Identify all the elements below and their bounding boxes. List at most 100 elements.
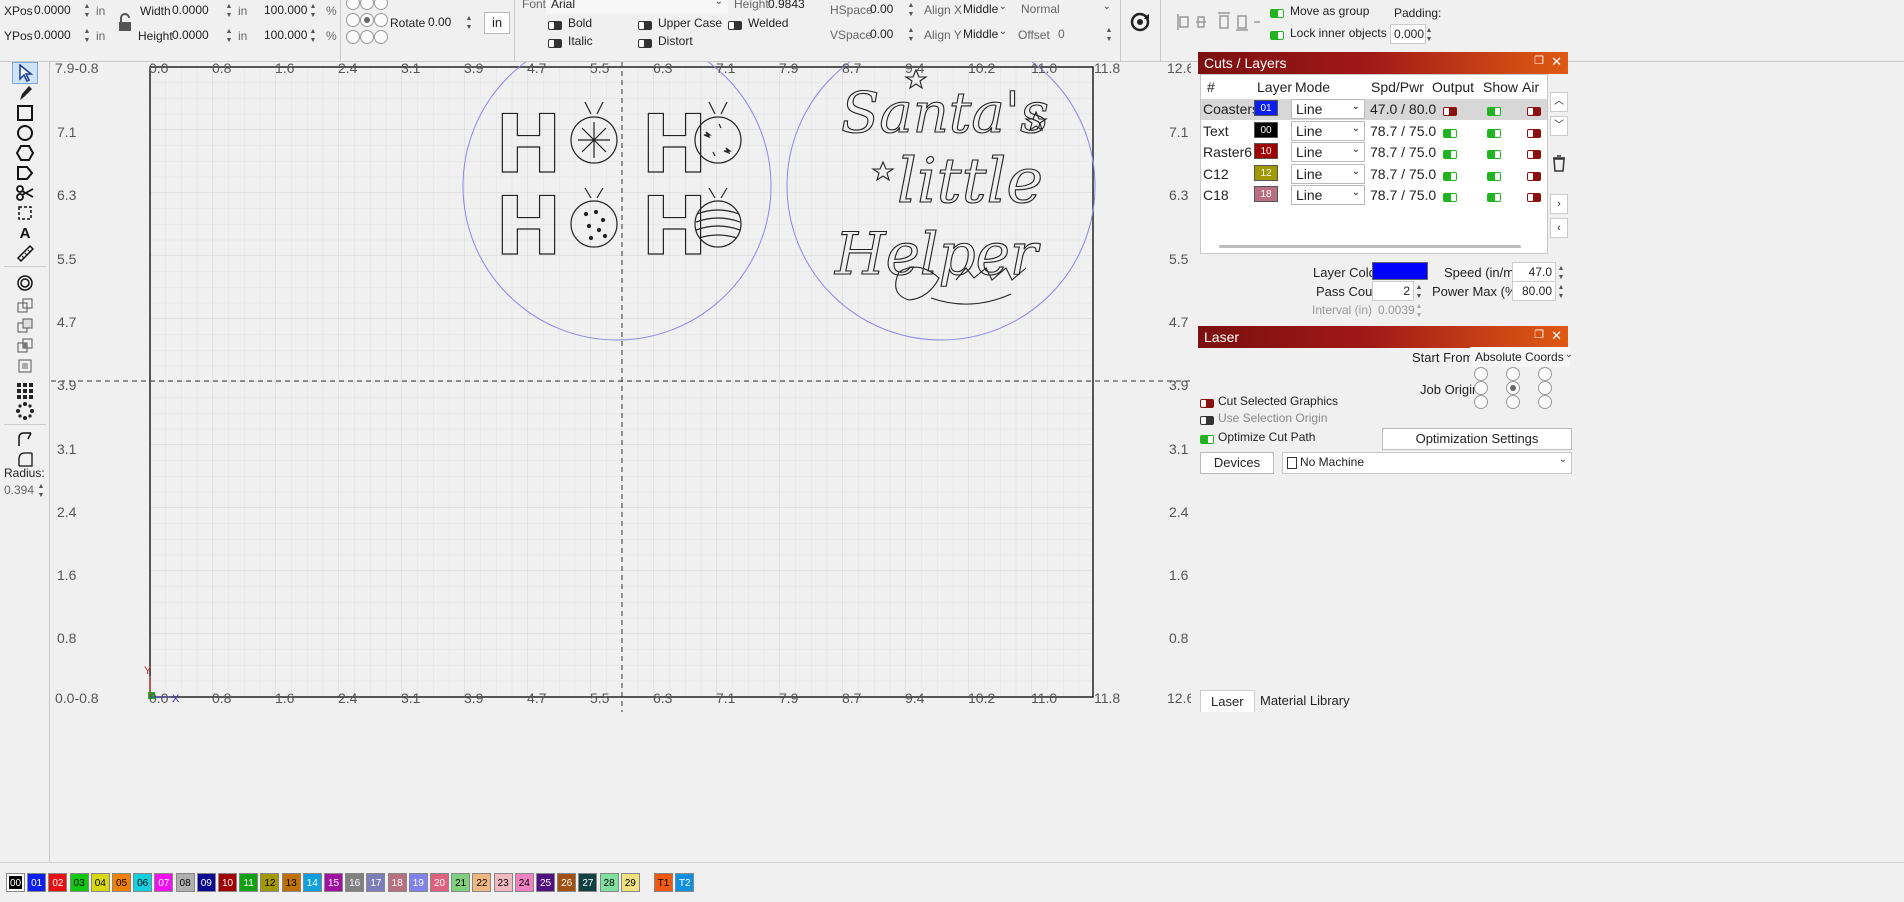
delete-layer-icon[interactable] — [1551, 154, 1567, 172]
collapse-left-icon[interactable]: ‹ — [1550, 218, 1568, 238]
palette-swatch[interactable]: 21 — [451, 873, 471, 892]
offset-spinner[interactable]: ▲ ▼ — [1104, 26, 1114, 46]
expand-right-icon[interactable]: › — [1550, 194, 1568, 214]
boolean-union-icon[interactable] — [12, 295, 38, 317]
layer-swatch[interactable]: 10 — [1254, 143, 1278, 159]
layer-output-toggle[interactable] — [1443, 104, 1457, 118]
speed-input[interactable]: 47.0 — [1512, 262, 1556, 282]
upper-case-toggle[interactable]: Upper Case — [638, 16, 722, 32]
ellipse-tool-icon[interactable] — [12, 122, 38, 144]
text-style-select[interactable]: Normal ⌄ — [1016, 0, 1116, 19]
boolean-subtract-icon[interactable] — [12, 315, 38, 337]
palette-swatch[interactable]: 17 — [366, 873, 386, 892]
palette-swatch[interactable]: 19 — [408, 873, 428, 892]
layer-output-toggle[interactable] — [1443, 190, 1457, 204]
xpos-input[interactable]: 0.0000 — [30, 0, 88, 20]
layers-horizontal-scrollbar[interactable] — [1219, 245, 1521, 248]
palette-swatch[interactable]: 14 — [302, 873, 322, 892]
palette-swatch[interactable]: 10 — [218, 873, 237, 892]
power-max-spinner[interactable]: ▲ ▼ — [1556, 283, 1566, 303]
palette-swatch[interactable]: 20 — [430, 873, 449, 892]
crop-tool-icon[interactable] — [12, 202, 38, 224]
interval-spinner[interactable]: ▲ ▼ — [1414, 302, 1424, 322]
palette-swatch[interactable]: 04 — [90, 873, 110, 892]
radius-spinner[interactable]: ▲ ▼ — [36, 482, 46, 502]
layer-air-toggle[interactable] — [1527, 147, 1541, 161]
circular-array-icon[interactable] — [12, 400, 38, 422]
layer-mode-select[interactable]: Line ⌄ — [1291, 120, 1365, 141]
palette-swatch[interactable]: 28 — [599, 873, 619, 892]
palette-swatch[interactable]: 09 — [196, 873, 216, 892]
layer-swatch[interactable]: 12 — [1254, 164, 1278, 181]
select-tool-icon[interactable] — [12, 62, 38, 84]
move-as-group-toggle[interactable]: Move as group — [1270, 4, 1369, 20]
lock-inner-objects-toggle[interactable]: Lock inner objects — [1270, 26, 1387, 42]
text-tool-icon[interactable]: A — [12, 222, 38, 244]
grid-array-icon[interactable] — [12, 380, 38, 402]
height-scale-input[interactable]: 100.000 — [260, 25, 312, 45]
move-layer-up-icon[interactable]: ︿ — [1550, 92, 1568, 112]
scissors-icon[interactable] — [12, 182, 38, 204]
layer-show-toggle[interactable] — [1487, 190, 1501, 204]
layer-swatch[interactable]: 18 — [1254, 186, 1278, 202]
alignx-select[interactable]: Middle ⌄ — [958, 0, 1012, 19]
height-input[interactable]: 0.0000 — [168, 25, 226, 45]
lock-icon[interactable] — [116, 12, 134, 34]
laser-dock-icon[interactable]: ❐ — [1534, 328, 1544, 341]
shape-tool-icon[interactable] — [12, 162, 38, 184]
layer-row[interactable]: C18 18 Line ⌄ 78.7 / 75.0 — [1201, 185, 1547, 206]
layer-swatch[interactable]: 00 — [1254, 121, 1278, 138]
job-origin-grid[interactable] — [1474, 367, 1554, 411]
width-scale-input[interactable]: 100.000 — [260, 0, 312, 20]
offset-shapes-icon[interactable] — [12, 272, 38, 294]
height-spinner[interactable]: ▲ ▼ — [224, 27, 234, 47]
layer-swatch[interactable]: 01 — [1254, 100, 1278, 116]
layer-show-toggle[interactable] — [1487, 147, 1501, 161]
layer-air-toggle[interactable] — [1527, 169, 1541, 183]
pass-count-input[interactable]: 2 — [1372, 281, 1414, 301]
align-tools-icon[interactable] — [1174, 10, 1262, 34]
weld-icon[interactable] — [12, 355, 38, 377]
palette-swatch[interactable]: 15 — [324, 873, 343, 892]
move-layer-down-icon[interactable]: ﹀ — [1550, 116, 1568, 136]
padding-spinner[interactable]: ▲ ▼ — [1424, 26, 1434, 46]
italic-toggle[interactable]: Italic — [548, 34, 593, 50]
vspace-spinner[interactable]: ▲ ▼ — [906, 26, 916, 46]
width-spinner[interactable]: ▲ ▼ — [224, 2, 234, 22]
layer-output-toggle[interactable] — [1443, 169, 1457, 183]
padding-input[interactable]: 0.000 — [1390, 24, 1426, 44]
use-selection-origin-toggle[interactable]: Use Selection Origin — [1200, 411, 1327, 427]
font-height-input[interactable]: 0.9843 — [764, 0, 820, 14]
palette-swatch[interactable]: 18 — [387, 873, 407, 892]
palette-swatch[interactable]: 27 — [578, 873, 598, 892]
distort-toggle[interactable]: Distort — [638, 34, 693, 50]
vspace-input[interactable]: 0.00 — [866, 24, 910, 44]
palette-swatch[interactable]: 22 — [472, 873, 492, 892]
layer-show-toggle[interactable] — [1487, 126, 1501, 140]
font-select[interactable]: Arial ⌄ — [546, 0, 728, 14]
canvas-workspace[interactable]: H H H H Santa's little Helper — [51, 62, 1191, 862]
layer-mode-select[interactable]: Line ⌄ — [1291, 163, 1365, 184]
width-scale-spinner[interactable]: ▲ ▼ — [308, 2, 318, 22]
hspace-spinner[interactable]: ▲ ▼ — [906, 1, 916, 21]
radius-input[interactable]: 0.394 — [0, 480, 38, 500]
start-from-select[interactable]: Absolute Coords ⌄ — [1470, 347, 1573, 367]
units-toggle-button[interactable]: in — [484, 12, 510, 34]
laser-close-icon[interactable]: ✕ — [1551, 328, 1562, 344]
design-canvas[interactable]: H H H H Santa's little Helper Y X 7.9-0.… — [51, 62, 1191, 862]
corner-fillet-icon[interactable] — [12, 428, 38, 450]
pass-count-spinner[interactable]: ▲ ▼ — [1414, 283, 1424, 303]
palette-swatch[interactable]: T2 — [675, 873, 695, 892]
palette-swatch[interactable]: 06 — [133, 873, 153, 892]
layer-row[interactable]: C12 12 Line ⌄ 78.7 / 75.0 — [1201, 163, 1547, 185]
palette-swatch[interactable]: 16 — [345, 873, 365, 892]
palette-swatch[interactable]: T1 — [654, 873, 673, 892]
layer-row[interactable]: Text 00 Line ⌄ 78.7 / 75.0 — [1201, 120, 1547, 142]
layer-mode-select[interactable]: Line ⌄ — [1291, 99, 1365, 119]
height-scale-spinner[interactable]: ▲ ▼ — [308, 27, 318, 47]
optimize-cut-path-toggle[interactable]: Optimize Cut Path — [1200, 430, 1315, 446]
hspace-input[interactable]: 0.00 — [866, 0, 910, 19]
rotate-spinner[interactable]: ▲ ▼ — [464, 14, 474, 34]
palette-swatch[interactable]: 11 — [239, 873, 259, 892]
layer-show-toggle[interactable] — [1487, 104, 1501, 118]
